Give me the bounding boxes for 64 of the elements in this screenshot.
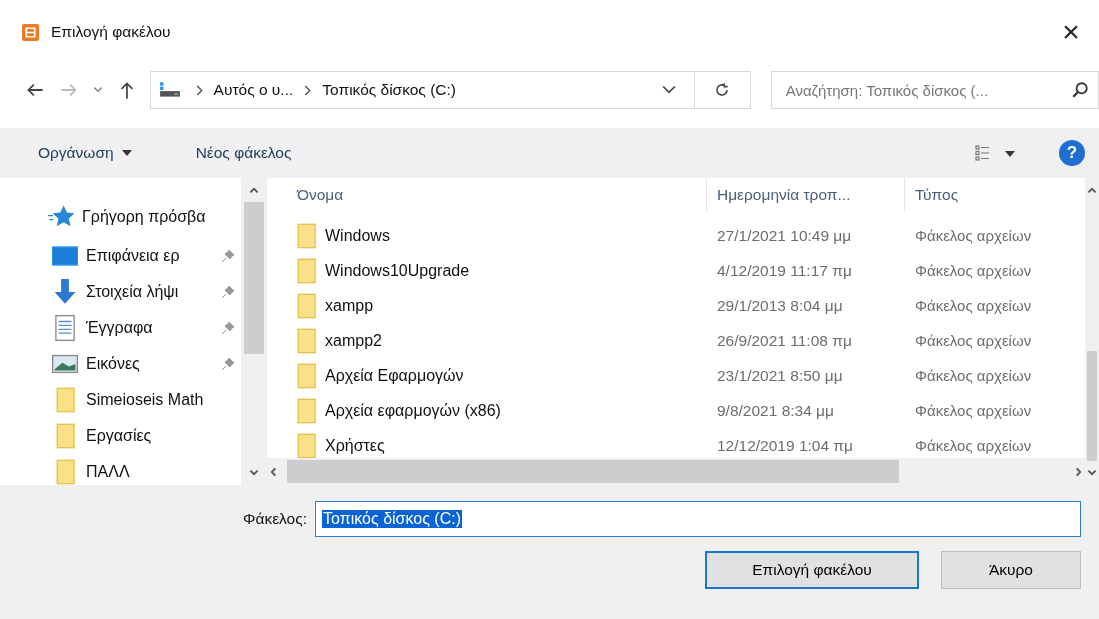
window-title: Επιλογή φακέλου [51,23,171,41]
chevron-right-icon [194,84,204,96]
search-field[interactable]: Αναζήτηση: Τοπικός δίσκος (... [770,71,1099,109]
sidebar-item[interactable]: Έγγραφα [52,310,241,346]
file-name[interactable]: Windows [325,226,390,245]
organize-button[interactable]: Οργάνωση [26,140,144,166]
sidebar-item[interactable]: ΠΑΛΛ [52,454,241,485]
table-cell-text: 4/12/2019 11:17 πμ [716,261,853,280]
sidebar-label: Simeioseis Math [86,391,204,409]
file-name[interactable]: Χρήστες [325,436,385,455]
table-cell-text: Φάκελος αρχείων [914,297,1033,314]
column-header[interactable]: Ημερομηνία τροπ... [707,178,905,212]
address-bar[interactable]: Αυτός ο υ... Τοπικός δίσκος (C:) [149,71,695,109]
dialog-button[interactable]: Άκυρο [941,551,1081,589]
sidebar-item[interactable]: Εργασίες [52,418,241,454]
sidebar-label: Στοιχεία λήψι [86,283,179,301]
app-icon [22,23,39,41]
sidebar-label: ΠΑΛΛ [86,463,130,481]
sidebar-label: Εικόνες [86,355,140,373]
table-cell-text: 26/9/2021 11:08 πμ [716,331,853,350]
column-header[interactable]: Όνομα [287,178,707,212]
sidebar-item[interactable]: Επιφάνεια ερ [52,238,241,274]
table-cell-text: 23/1/2021 8:50 μμ [716,366,844,385]
column-header[interactable]: Τύπος [905,178,1085,212]
sidebar-label: Επιφάνεια ερ [86,247,180,265]
table-cell-text: Φάκελος αρχείων [914,262,1033,279]
caret-down-icon [121,150,132,156]
table-cell-text: 12/12/2019 1:04 πμ [716,436,854,455]
breadcrumb[interactable]: Αυτός ο υ... [213,81,294,99]
close-button[interactable]: × [1043,7,1099,57]
table-cell-text: 9/8/2021 8:34 μμ [716,401,835,420]
help-button[interactable]: ? [1059,140,1085,166]
table-cell-text: Φάκελος αρχείων [914,437,1033,454]
chevron-right-icon [303,84,313,96]
down-arrow-icon [52,279,78,305]
table-cell-text: Φάκελος αρχείων [914,402,1033,419]
sidebar-item[interactable]: Εικόνες [52,346,241,382]
sidebar-label: Γρήγορη πρόσβα [82,208,206,226]
field-label: Φάκελος: [243,510,307,528]
new-folder-button[interactable]: Νέος φάκελος [183,140,304,166]
file-name[interactable]: Αρχεία Εφαρμογών [325,366,464,385]
chevron-down-icon[interactable] [661,84,676,96]
table-cell-text: Φάκελος αρχείων [914,367,1033,384]
sidebar-label: Έγγραφα [86,319,153,337]
sidebar-item[interactable]: Γρήγορη πρόσβα [48,196,241,238]
drive-icon [158,82,181,98]
file-name[interactable]: Windows10Upgrade [325,261,470,280]
sidebar-label: Εργασίες [86,427,152,445]
sidebar-item[interactable]: Simeioseis Math [52,382,241,418]
folder-input-field[interactable]: Τοπικός δίσκος (C:) [315,501,1081,537]
sidebar-item[interactable]: Στοιχεία λήψι [52,274,241,310]
table-cell-text: 29/1/2013 8:04 μμ [716,296,844,315]
table-cell-text: Φάκελος αρχείων [914,227,1033,244]
file-name[interactable]: Αρχεία εφαρμογών (x86) [325,401,501,420]
file-name[interactable]: xampp [325,296,374,315]
monitor-icon [52,243,78,269]
table-cell-text: Φάκελος αρχείων [914,332,1033,349]
file-name[interactable]: xampp2 [325,331,382,350]
table-cell-text: 27/1/2021 10:49 μμ [716,226,853,245]
document-icon [52,315,78,341]
dialog-button[interactable]: Επιλογή φακέλου [705,551,919,589]
refresh-button[interactable] [694,71,751,109]
breadcrumb[interactable]: Τοπικός δίσκος (C:) [322,81,456,99]
search-icon [1071,81,1089,99]
